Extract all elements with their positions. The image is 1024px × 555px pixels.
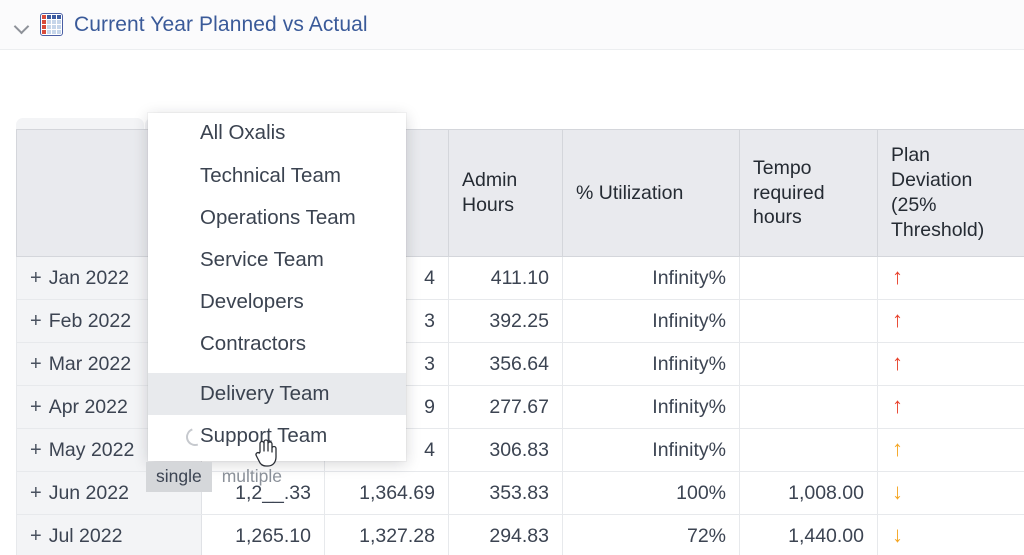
dropdown-item-delivery-team[interactable]: Delivery Team (148, 373, 406, 415)
header-line: Threshold) (891, 218, 985, 241)
cell-plan-deviation[interactable]: ↑ (877, 256, 1024, 300)
row-period-label: Jun 2022 (48, 481, 129, 504)
page-title: Current Year Planned vs Actual (74, 12, 368, 36)
arrow-up-icon: ↑ (892, 350, 903, 375)
header-line: hours (753, 206, 802, 229)
column-header-utilization[interactable]: % Utilization (562, 129, 740, 257)
selection-mode-multiple[interactable]: multiple (212, 462, 292, 492)
cell-utilization[interactable]: Infinity% (562, 428, 740, 472)
row-period-label: Mar 2022 (48, 352, 132, 375)
cell-plan-deviation[interactable]: ↑ (877, 299, 1024, 343)
header-line: required (753, 181, 825, 204)
cell-admin-hours[interactable]: 411.10 (448, 256, 563, 300)
dropdown-item-technical-team[interactable]: Technical Team (148, 155, 406, 197)
column-header-plan-deviation[interactable]: Plan Deviation (25% Threshold) (877, 129, 1024, 257)
cell-plan-deviation[interactable]: ↓ (877, 471, 1024, 515)
row-period-label: May 2022 (48, 438, 135, 461)
header-line: % Utilization (576, 181, 684, 204)
table-row[interactable]: + Jul 2022 1,265.10 1,327.28 294.83 72% 1,440.… (16, 514, 1024, 555)
column-header-tempo-required-hours[interactable]: Tempo required hours (739, 129, 878, 257)
column-header-admin-hours[interactable]: Admin Hours (448, 129, 563, 257)
expand-row-icon[interactable]: + (30, 396, 42, 418)
chevron-down-icon[interactable] (12, 15, 32, 35)
cell-admin-hours[interactable]: 306.83 (448, 428, 563, 472)
arrow-up-icon: ↑ (892, 436, 903, 461)
header-line: Tempo (753, 156, 812, 179)
row-period-cell[interactable]: + Jul 2022 (16, 514, 202, 555)
row-period-label: Apr 2022 (48, 395, 128, 418)
selection-mode-single[interactable]: single (146, 462, 212, 492)
header-line: Plan (891, 144, 931, 167)
dropdown-item-all-oxalis[interactable]: All Oxalis (148, 113, 406, 147)
dropdown-spacer (148, 365, 406, 373)
cell-tempo-required-hours[interactable] (739, 299, 878, 343)
expand-row-icon[interactable]: + (30, 525, 42, 547)
dropdown-item-developers[interactable]: Developers (148, 281, 406, 323)
dropdown-item-operations-team[interactable]: Operations Team (148, 197, 406, 239)
cell-tempo-required-hours[interactable] (739, 342, 878, 386)
cell-tempo-required-hours[interactable]: 1,440.00 (739, 514, 878, 555)
team-dropdown-list: All Oxalis Technical Team Operations Team S… (148, 113, 406, 457)
expand-row-icon[interactable]: + (30, 310, 42, 332)
cell-utilization[interactable]: 72% (562, 514, 740, 555)
team-dropdown-menu[interactable]: All Oxalis Technical Team Operations Team S… (148, 113, 406, 461)
row-period-label: Jan 2022 (48, 266, 129, 289)
cell-tempo-required-hours[interactable] (739, 428, 878, 472)
cell-plan-deviation[interactable]: ↑ (877, 342, 1024, 386)
row-period-label: Jul 2022 (48, 524, 123, 547)
cell-utilization[interactable]: 100% (562, 471, 740, 515)
cell-utilization[interactable]: Infinity% (562, 299, 740, 343)
cell-utilization[interactable]: Infinity% (562, 385, 740, 429)
arrow-up-icon: ↑ (892, 393, 903, 418)
app-root: Current Year Planned vs Actual Delivery … (0, 0, 1024, 555)
expand-row-icon[interactable]: + (30, 439, 42, 461)
arrow-up-icon: ↑ (892, 264, 903, 289)
dropdown-spacer (148, 147, 406, 155)
cell-plan-deviation[interactable]: ↑ (877, 428, 1024, 472)
cell-planned-hours[interactable]: 1,265.10 (201, 514, 325, 555)
cell-tempo-required-hours[interactable] (739, 256, 878, 300)
cell-actual-hours[interactable]: 1,327.28 (324, 514, 449, 555)
cell-actual-hours[interactable]: 1,364.69 (324, 471, 449, 515)
arrow-up-icon: ↑ (892, 307, 903, 332)
cell-utilization[interactable]: Infinity% (562, 342, 740, 386)
cell-plan-deviation[interactable]: ↑ (877, 385, 1024, 429)
header-line: Hours (462, 194, 515, 216)
expand-row-icon[interactable]: + (30, 267, 42, 289)
cell-admin-hours[interactable]: 277.67 (448, 385, 563, 429)
header-line: (25% (891, 194, 937, 216)
dropdown-item-contractors[interactable]: Contractors (148, 323, 406, 365)
cell-admin-hours[interactable]: 392.25 (448, 299, 563, 343)
selection-mode-toggle[interactable]: single multiple (146, 462, 292, 492)
cell-tempo-required-hours[interactable] (739, 385, 878, 429)
expand-row-icon[interactable]: + (30, 482, 42, 504)
grid-table-icon (40, 13, 63, 36)
cell-utilization[interactable]: Infinity% (562, 256, 740, 300)
cell-plan-deviation[interactable]: ↓ (877, 514, 1024, 555)
cell-admin-hours[interactable]: 356.64 (448, 342, 563, 386)
arrow-down-icon: ↓ (892, 479, 903, 504)
header-line: Admin (462, 169, 518, 192)
dropdown-item-service-team[interactable]: Service Team (148, 239, 406, 281)
cell-admin-hours[interactable]: 294.83 (448, 514, 563, 555)
cell-tempo-required-hours[interactable]: 1,008.00 (739, 471, 878, 515)
arrow-down-icon: ↓ (892, 522, 903, 547)
cell-admin-hours[interactable]: 353.83 (448, 471, 563, 515)
header-line: Deviation (891, 169, 973, 192)
row-period-label: Feb 2022 (48, 309, 132, 332)
report-title-bar: Current Year Planned vs Actual (0, 0, 1024, 50)
expand-row-icon[interactable]: + (30, 353, 42, 375)
